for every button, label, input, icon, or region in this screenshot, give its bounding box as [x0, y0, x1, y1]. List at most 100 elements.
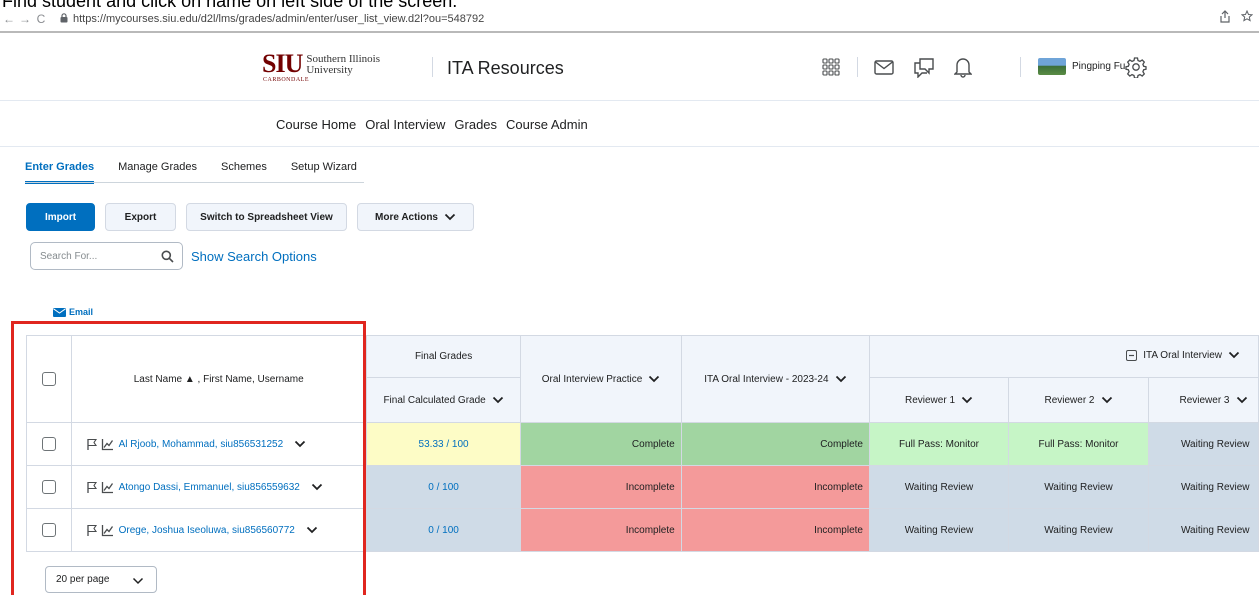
final-grade-cell[interactable]: 53.33 / 100 — [365, 422, 522, 466]
reviewer-3-cell[interactable]: Waiting Review — [1147, 422, 1259, 466]
email-label: Email — [69, 307, 94, 317]
chevron-down-icon — [1101, 396, 1112, 404]
ita-oral-interview-cell[interactable]: Complete — [680, 422, 871, 466]
reviewer-1-cell[interactable]: Full Pass: Monitor — [869, 422, 1009, 466]
mail-icon[interactable] — [871, 54, 897, 80]
practice-cell[interactable]: Complete — [520, 422, 682, 466]
student-name-cell: Al Rjoob, Mohammad, siu856531252 — [70, 422, 367, 466]
tab-setup-wizard[interactable]: Setup Wizard — [291, 161, 357, 184]
student-name-link[interactable]: Al Rjoob, Mohammad, siu856531252 — [119, 439, 284, 450]
row-checkbox[interactable] — [41, 523, 56, 537]
per-page-label: 20 per page — [56, 574, 110, 585]
search-icon[interactable] — [161, 250, 174, 266]
reviewer-1-cell[interactable]: Waiting Review — [869, 508, 1009, 552]
reviewer-3-header[interactable]: Reviewer 3 — [1147, 377, 1259, 423]
ita-oral-interview-cell[interactable]: Incomplete — [680, 465, 871, 509]
chevron-down-icon — [961, 396, 973, 404]
ita-oral-interview-2023-header[interactable]: ITA Oral Interview - 2023-24 — [680, 335, 871, 423]
row-checkbox[interactable] — [41, 480, 56, 494]
course-name[interactable]: ITA Resources — [447, 58, 564, 79]
import-button[interactable]: Import — [26, 203, 95, 231]
reviewer-1-label: Reviewer 1 — [904, 394, 956, 406]
more-actions-button[interactable]: More Actions — [357, 203, 474, 231]
reviewer-3-cell[interactable]: Waiting Review — [1147, 508, 1259, 552]
progress-chart-icon[interactable] — [101, 524, 114, 537]
progress-chart-icon[interactable] — [101, 438, 114, 451]
chevron-down-icon[interactable] — [306, 526, 318, 534]
tab-schemes[interactable]: Schemes — [221, 161, 267, 184]
reviewer-2-cell[interactable]: Waiting Review — [1008, 465, 1149, 509]
reviewer-2-cell[interactable]: Full Pass: Monitor — [1008, 422, 1149, 466]
export-button[interactable]: Export — [105, 203, 176, 231]
address-bar[interactable]: https://mycourses.siu.edu/d2l/lms/grades… — [73, 13, 484, 25]
ita-oral-interview-group-label: ITA Oral Interview — [1143, 349, 1222, 361]
chat-icon[interactable] — [911, 54, 937, 80]
forward-button[interactable]: → — [18, 12, 32, 26]
reload-button[interactable]: C — [34, 12, 48, 26]
spreadsheet-view-button[interactable]: Switch to Spreadsheet View — [186, 203, 347, 231]
logo-university-text: Southern Illinois University — [306, 54, 380, 76]
grades-table: Last Name ▲ , First Name, Username Final… — [26, 335, 1259, 552]
reviewer-2-header[interactable]: Reviewer 2 — [1008, 377, 1149, 423]
name-column-header[interactable]: Last Name ▲ , First Name, Username — [70, 335, 367, 423]
nav-course-admin[interactable]: Course Admin — [506, 117, 588, 132]
reviewer-1-header[interactable]: Reviewer 1 — [869, 377, 1009, 423]
flag-icon[interactable] — [86, 438, 98, 451]
show-search-options-link[interactable]: Show Search Options — [191, 249, 317, 264]
row-checkbox[interactable] — [41, 437, 56, 451]
reviewer-1-cell[interactable]: Waiting Review — [869, 465, 1009, 509]
flag-icon[interactable] — [86, 481, 98, 494]
final-calculated-grade-header[interactable]: Final Calculated Grade — [365, 377, 522, 423]
search-input[interactable]: Search For... — [30, 242, 183, 270]
chevron-down-icon[interactable] — [311, 483, 323, 491]
waffle-icon[interactable] — [818, 54, 844, 80]
progress-chart-icon[interactable] — [101, 481, 114, 494]
final-grade-cell[interactable]: 0 / 100 — [365, 465, 522, 509]
share-icon[interactable] — [1219, 10, 1231, 26]
select-all-cell — [26, 335, 72, 423]
student-name-link[interactable]: Orege, Joshua Iseoluwa, siu856560772 — [119, 525, 295, 536]
table-row: Atongo Dassi, Emmanuel, siu856559632 0 /… — [26, 465, 1259, 509]
more-actions-label: More Actions — [375, 211, 438, 223]
ita-oral-interview-group-header[interactable]: ITA Oral Interview — [869, 335, 1259, 378]
subtabs-divider — [25, 182, 364, 183]
avatar[interactable] — [1038, 58, 1066, 75]
flag-icon[interactable] — [86, 524, 98, 537]
bell-icon[interactable] — [950, 54, 976, 80]
per-page-select[interactable]: 20 per page — [45, 566, 157, 593]
practice-cell[interactable]: Incomplete — [520, 465, 682, 509]
user-name[interactable]: Pingping Fu — [1072, 61, 1125, 72]
lock-icon — [60, 13, 68, 25]
star-icon[interactable] — [1240, 9, 1254, 26]
page: Find student and click on name on left s… — [0, 0, 1259, 595]
student-name-link[interactable]: Atongo Dassi, Emmanuel, siu856559632 — [119, 482, 300, 493]
nav-oral-interview[interactable]: Oral Interview — [365, 117, 445, 132]
collapse-icon[interactable] — [1126, 349, 1138, 361]
chevron-down-icon — [1236, 396, 1247, 404]
table-row: Orege, Joshua Iseoluwa, siu856560772 0 /… — [26, 508, 1259, 552]
final-grade-cell[interactable]: 0 / 100 — [365, 508, 522, 552]
chevron-down-icon[interactable] — [294, 440, 306, 448]
tab-enter-grades[interactable]: Enter Grades — [25, 161, 95, 184]
nav-grades[interactable]: Grades — [454, 117, 497, 132]
tab-manage-grades[interactable]: Manage Grades — [118, 161, 197, 184]
select-all-checkbox[interactable] — [41, 372, 56, 386]
student-name-cell: Orege, Joshua Iseoluwa, siu856560772 — [70, 508, 367, 552]
ita-oral-interview-cell[interactable]: Incomplete — [680, 508, 871, 552]
row-select-cell — [26, 465, 72, 509]
search-placeholder: Search For... — [40, 251, 98, 262]
student-name-cell: Atongo Dassi, Emmanuel, siu856559632 — [70, 465, 367, 509]
reviewer-2-cell[interactable]: Waiting Review — [1008, 508, 1149, 552]
final-calculated-grade-label: Final Calculated Grade — [383, 394, 486, 406]
gear-icon[interactable] — [1123, 54, 1149, 80]
back-button[interactable]: ← — [2, 12, 16, 26]
chevron-down-icon — [444, 213, 456, 221]
siu-logo[interactable]: SIU CARBONDALE Southern Illinois Univers… — [262, 51, 380, 84]
reviewer-3-cell[interactable]: Waiting Review — [1147, 465, 1259, 509]
grades-subtabs: Enter Grades Manage Grades Schemes Setup… — [25, 161, 381, 184]
nav-course-home[interactable]: Course Home — [276, 117, 356, 132]
oral-interview-practice-header[interactable]: Oral Interview Practice — [520, 335, 682, 423]
practice-cell[interactable]: Incomplete — [520, 508, 682, 552]
email-link[interactable]: Email — [53, 307, 93, 317]
chevron-down-icon — [492, 396, 503, 404]
